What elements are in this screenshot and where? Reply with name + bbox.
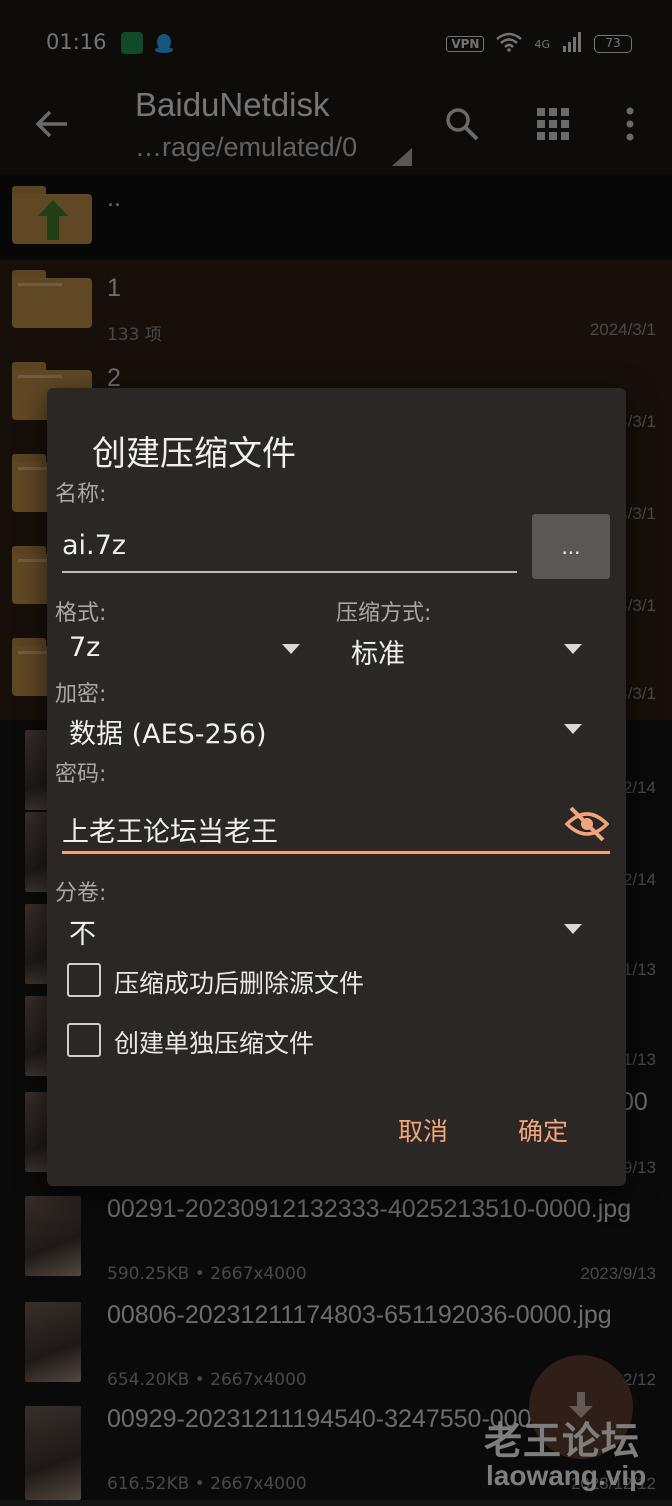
password-underline [62,851,610,854]
encryption-select[interactable]: 数据 (AES-256) [69,712,267,751]
ok-button[interactable]: 确定 [518,1112,568,1148]
create-archive-dialog: 创建压缩文件 名称: ai.7z ... 格式: 7z 压缩方式: 标准 加密:… [47,388,626,1186]
dialog-title: 创建压缩文件 [92,434,296,474]
archive-name-input[interactable]: ai.7z [62,530,126,561]
password-label: 密码: [55,762,107,787]
method-label: 压缩方式: [336,601,432,626]
format-label: 格式: [55,601,107,626]
method-select[interactable]: 标准 [351,632,405,671]
browse-button[interactable]: ... [532,514,610,579]
archive-name-underline [62,571,517,573]
split-select[interactable]: 不 [69,912,96,951]
separate-archive-checkbox[interactable] [67,1023,101,1057]
visibility-off-icon[interactable] [564,806,610,842]
method-dropdown-icon[interactable] [564,644,582,654]
encryption-label: 加密: [55,682,107,707]
split-label: 分卷: [55,881,107,906]
separate-archive-label[interactable]: 创建单独压缩文件 [114,1024,314,1060]
encryption-dropdown-icon[interactable] [564,724,582,734]
password-input[interactable]: 上老王论坛当老王 [62,810,278,849]
cancel-button[interactable]: 取消 [398,1112,448,1148]
split-dropdown-icon[interactable] [564,924,582,934]
format-dropdown-icon[interactable] [282,644,300,654]
format-select[interactable]: 7z [69,632,100,663]
delete-source-label[interactable]: 压缩成功后删除源文件 [114,964,364,1000]
name-label: 名称: [55,482,107,507]
delete-source-checkbox[interactable] [67,963,101,997]
